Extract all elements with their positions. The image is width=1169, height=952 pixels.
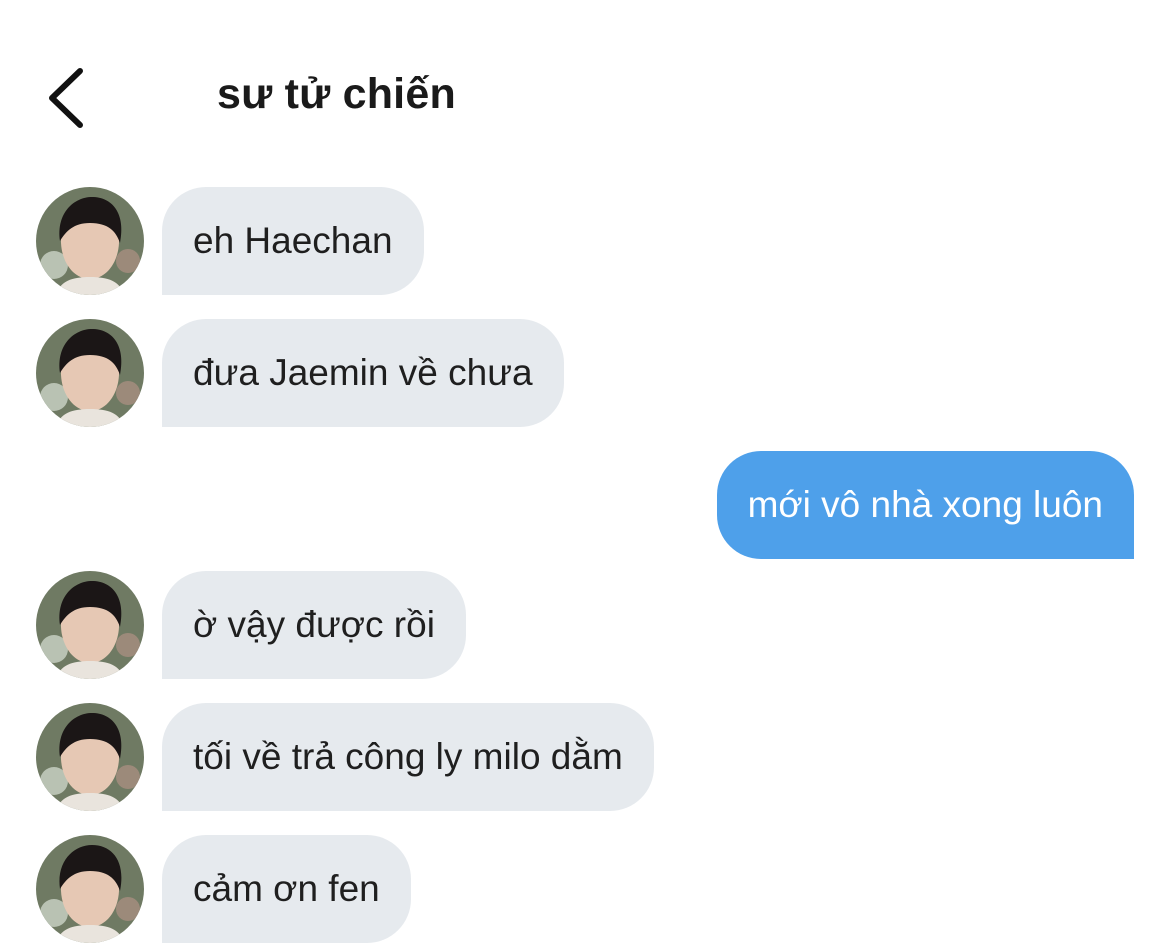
message-row: đưa Jaemin về chưa (0, 319, 1169, 427)
incoming-message-bubble[interactable]: tối về trả công ly milo dằm (162, 703, 654, 811)
message-row: mới vô nhà xong luôn (0, 451, 1169, 559)
message-row: cảm ơn fen (0, 835, 1169, 943)
incoming-message-bubble[interactable]: đưa Jaemin về chưa (162, 319, 564, 427)
outgoing-message-bubble[interactable]: mới vô nhà xong luôn (716, 451, 1134, 559)
contact-avatar[interactable] (36, 187, 144, 295)
incoming-message-bubble[interactable]: cảm ơn fen (162, 835, 411, 943)
message-thread[interactable]: eh Haechan đưa Jaemin về chưa mới vô nhà… (0, 0, 1169, 952)
incoming-message-bubble[interactable]: eh Haechan (162, 187, 424, 295)
contact-avatar[interactable] (36, 571, 144, 679)
incoming-message-bubble[interactable]: ờ vậy được rồi (162, 571, 466, 679)
contact-avatar[interactable] (36, 835, 144, 943)
message-row: eh Haechan (0, 187, 1169, 295)
contact-avatar[interactable] (36, 319, 144, 427)
message-row: tối về trả công ly milo dằm (0, 703, 1169, 811)
message-row: ờ vậy được rồi (0, 571, 1169, 679)
contact-avatar[interactable] (36, 703, 144, 811)
